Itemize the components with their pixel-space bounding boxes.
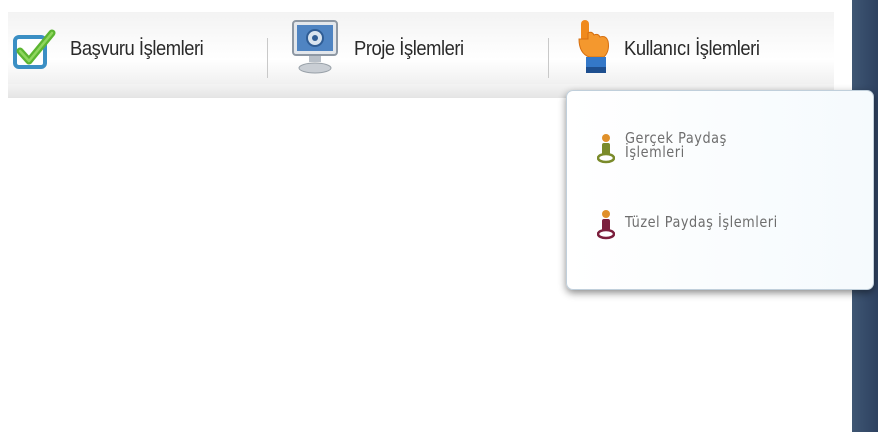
person-pin-maroon-icon bbox=[596, 209, 616, 241]
checkbox-check-icon bbox=[12, 27, 56, 71]
menu-separator bbox=[548, 38, 549, 78]
menu-item-proje-islemleri[interactable]: Proje İşlemleri bbox=[290, 18, 473, 80]
menu-item-label: Başvuru İşlemleri bbox=[70, 37, 204, 60]
pointing-hand-icon bbox=[574, 17, 612, 75]
person-pin-green-icon bbox=[596, 133, 616, 165]
menu-item-kullanici-islemleri[interactable]: Kullanıcı İşlemleri bbox=[574, 18, 771, 80]
kullanici-islemleri-dropdown: Gerçek Paydaş İşlemleri Tüzel Paydaş İşl… bbox=[566, 90, 874, 290]
menu-item-label: Proje İşlemleri bbox=[354, 37, 464, 60]
menu-separator bbox=[267, 38, 268, 78]
menu-item-label: Kullanıcı İşlemleri bbox=[624, 37, 760, 60]
dropdown-item-gercek-paydas-islemleri[interactable]: Gerçek Paydaş İşlemleri bbox=[596, 131, 743, 165]
dropdown-item-label-line2: İşlemleri bbox=[625, 143, 685, 161]
menu-item-basvuru-islemleri[interactable]: Başvuru İşlemleri bbox=[12, 18, 215, 80]
dropdown-item-label: Tüzel Paydaş İşlemleri bbox=[625, 213, 778, 231]
computer-settings-icon bbox=[290, 18, 340, 76]
dropdown-item-tuzel-paydas-islemleri[interactable]: Tüzel Paydaş İşlemleri bbox=[596, 209, 803, 241]
